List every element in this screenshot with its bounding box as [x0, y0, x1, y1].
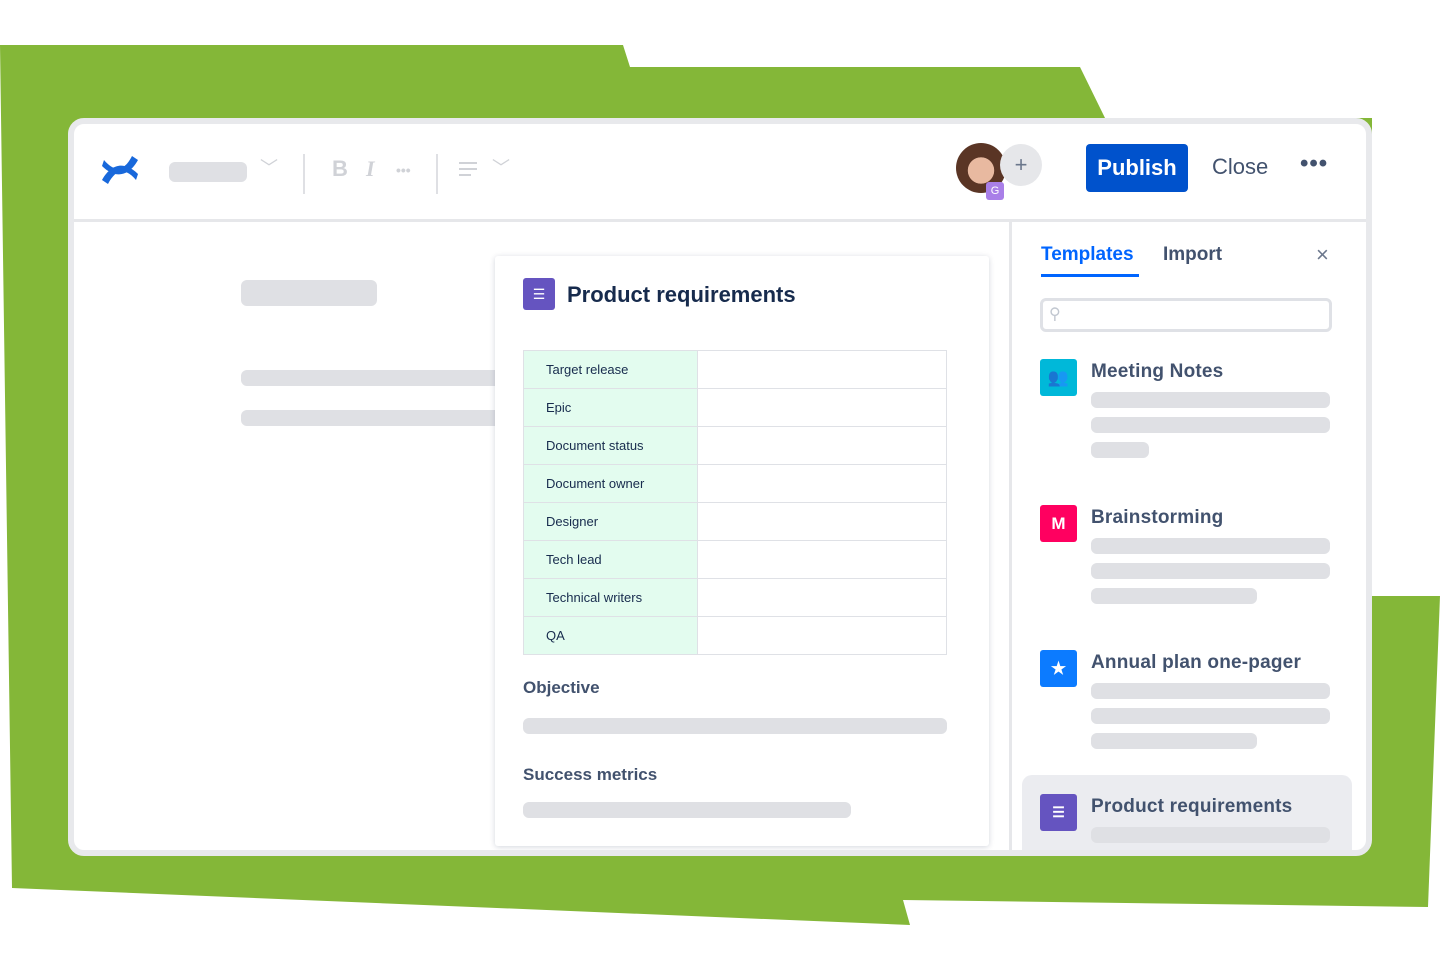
template-name: Meeting Notes — [1091, 361, 1224, 382]
chevron-down-icon[interactable]: ﹀ — [492, 154, 510, 180]
template-brainstorming[interactable]: M Brainstorming — [1040, 505, 1330, 615]
property-label: Designer — [523, 502, 698, 541]
property-value[interactable] — [697, 350, 947, 389]
add-collaborator-button[interactable]: + — [1000, 144, 1042, 186]
tab-import[interactable]: Import — [1163, 244, 1222, 266]
table-row: Document owner — [523, 464, 947, 503]
template-search-input[interactable]: ⚲ — [1040, 298, 1332, 332]
chevron-down-icon[interactable]: ﹀ — [260, 154, 278, 180]
property-label: QA — [523, 616, 698, 655]
publish-button[interactable]: Publish — [1086, 144, 1188, 192]
miro-m-icon: M — [1040, 505, 1077, 542]
table-row: Tech lead — [523, 540, 947, 579]
placeholder-line — [241, 370, 501, 386]
table-row: Document status — [523, 426, 947, 465]
property-value[interactable] — [697, 464, 947, 503]
property-label: Epic — [523, 388, 698, 427]
italic-button[interactable]: I — [366, 156, 375, 182]
placeholder-line — [241, 410, 501, 426]
property-label: Document owner — [523, 464, 698, 503]
template-annual-plan[interactable]: ★ Annual plan one-pager — [1040, 650, 1330, 760]
close-panel-icon[interactable]: × — [1316, 242, 1329, 268]
property-value[interactable] — [697, 578, 947, 617]
property-value[interactable] — [697, 426, 947, 465]
document-title: Product requirements — [567, 282, 796, 307]
bold-button[interactable]: B — [332, 156, 348, 182]
divider — [303, 154, 305, 194]
align-icon[interactable] — [459, 162, 477, 176]
more-options-button[interactable]: ••• — [1300, 150, 1328, 178]
property-label: Document status — [523, 426, 698, 465]
section-success-metrics: Success metrics — [523, 765, 658, 784]
property-value[interactable] — [697, 388, 947, 427]
style-dropdown[interactable] — [169, 162, 247, 182]
placeholder-line — [523, 802, 851, 818]
template-name: Brainstorming — [1091, 507, 1224, 528]
template-meeting-notes[interactable]: 👥 Meeting Notes — [1040, 359, 1330, 469]
property-value[interactable] — [697, 502, 947, 541]
confluence-logo-icon — [102, 156, 138, 184]
template-product-requirements[interactable]: ☰ Product requirements — [1040, 794, 1330, 850]
table-row: Technical writers — [523, 578, 947, 617]
property-label: Target release — [523, 350, 698, 389]
table-row: Epic — [523, 388, 947, 427]
properties-table: Target release Epic Document status Documen… — [523, 350, 947, 655]
property-label: Technical writers — [523, 578, 698, 617]
placeholder-line — [523, 718, 947, 734]
tab-templates[interactable]: Templates — [1041, 244, 1134, 266]
editor-window: ﹀ B I ••• ﹀ + G Publish Close ••• ☰ Prod… — [68, 118, 1372, 856]
divider — [436, 154, 438, 194]
template-preview: ☰ Product requirements Target release Epi… — [495, 256, 989, 846]
template-name: Product requirements — [1091, 796, 1293, 817]
placeholder-title — [241, 280, 377, 306]
template-name: Annual plan one-pager — [1091, 652, 1302, 673]
more-formatting-button[interactable]: ••• — [396, 162, 411, 178]
property-value[interactable] — [697, 616, 947, 655]
table-row: Target release — [523, 350, 947, 389]
active-tab-indicator — [1041, 274, 1139, 277]
avatar-badge: G — [986, 182, 1004, 200]
property-value[interactable] — [697, 540, 947, 579]
panel-divider — [1009, 222, 1012, 850]
table-row: QA — [523, 616, 947, 655]
table-row: Designer — [523, 502, 947, 541]
search-icon: ⚲ — [1049, 306, 1061, 323]
toolbar: ﹀ B I ••• ﹀ + G Publish Close ••• — [74, 124, 1366, 222]
people-icon: 👥 — [1040, 359, 1077, 396]
property-label: Tech lead — [523, 540, 698, 579]
star-doc-icon: ★ — [1040, 650, 1077, 687]
section-objective: Objective — [523, 678, 600, 697]
list-icon: ☰ — [523, 278, 555, 310]
list-icon: ☰ — [1040, 794, 1077, 831]
close-button[interactable]: Close — [1212, 154, 1268, 180]
